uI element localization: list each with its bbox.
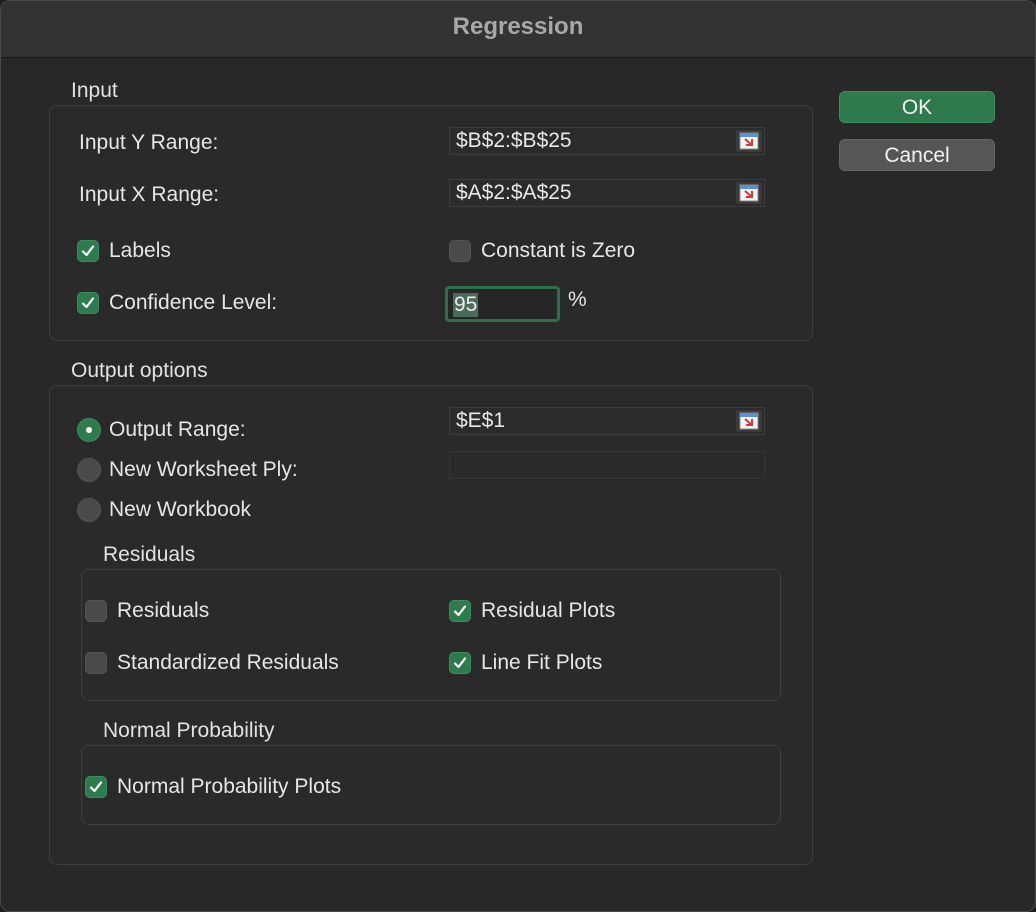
input-x-range-label: Input X Range: (79, 183, 220, 206)
title-bar[interactable]: Regression (1, 1, 1035, 58)
checkmark-icon (453, 605, 467, 617)
new-worksheet-ply-radio[interactable] (77, 458, 101, 482)
confidence-level-label: Confidence Level: (109, 291, 278, 314)
confidence-level-value: 95 (453, 293, 479, 317)
range-collapse-icon[interactable] (736, 182, 762, 204)
residual-plots-label: Residual Plots (481, 599, 616, 622)
confidence-level-checkbox[interactable] (77, 292, 99, 314)
cancel-button[interactable]: Cancel (839, 139, 995, 171)
range-collapse-icon[interactable] (736, 130, 762, 152)
percent-label: % (568, 288, 587, 311)
input-section-label: Input (71, 79, 118, 102)
checkmark-icon (81, 245, 95, 257)
residual-plots-checkbox[interactable] (449, 600, 471, 622)
checkmark-icon (81, 297, 95, 309)
output-range-label: Output Range: (109, 418, 246, 441)
residuals-checkbox[interactable] (85, 600, 107, 622)
normal-probability-section-label: Normal Probability (103, 719, 275, 742)
checkmark-icon (453, 657, 467, 669)
output-range-field[interactable]: $E$1 (449, 407, 765, 435)
input-y-range-label: Input Y Range: (79, 131, 219, 154)
residuals-group (81, 569, 781, 701)
line-fit-plots-checkbox[interactable] (449, 652, 471, 674)
line-fit-plots-label: Line Fit Plots (481, 651, 603, 674)
standardized-residuals-checkbox[interactable] (85, 652, 107, 674)
input-y-range-value: $B$2:$B$25 (456, 129, 572, 152)
range-collapse-icon[interactable] (736, 410, 762, 432)
ok-button[interactable]: OK (839, 91, 995, 123)
residuals-label: Residuals (117, 599, 210, 622)
confidence-level-input[interactable]: 95 (445, 286, 560, 322)
new-worksheet-ply-label: New Worksheet Ply: (109, 458, 298, 481)
dialog-title: Regression (452, 13, 584, 40)
standardized-residuals-label: Standardized Residuals (117, 651, 339, 674)
input-x-range-field[interactable]: $A$2:$A$25 (449, 179, 765, 207)
constant-is-zero-checkbox[interactable] (449, 240, 471, 262)
normal-probability-plots-checkbox[interactable] (85, 776, 107, 798)
output-range-value: $E$1 (456, 409, 506, 432)
regression-dialog: Regression OK Cancel Input Input Y Range… (0, 0, 1036, 912)
constant-is-zero-label: Constant is Zero (481, 239, 636, 262)
output-options-section-label: Output options (71, 359, 208, 382)
output-range-radio[interactable] (77, 418, 101, 442)
input-y-range-field[interactable]: $B$2:$B$25 (449, 127, 765, 155)
residuals-section-label: Residuals (103, 543, 196, 566)
labels-label: Labels (109, 239, 171, 262)
normal-probability-plots-label: Normal Probability Plots (117, 775, 342, 798)
labels-checkbox[interactable] (77, 240, 99, 262)
new-workbook-radio[interactable] (77, 498, 101, 522)
checkmark-icon (89, 781, 103, 793)
new-worksheet-ply-field[interactable] (449, 451, 765, 479)
new-workbook-label: New Workbook (109, 498, 251, 521)
input-x-range-value: $A$2:$A$25 (456, 181, 572, 204)
